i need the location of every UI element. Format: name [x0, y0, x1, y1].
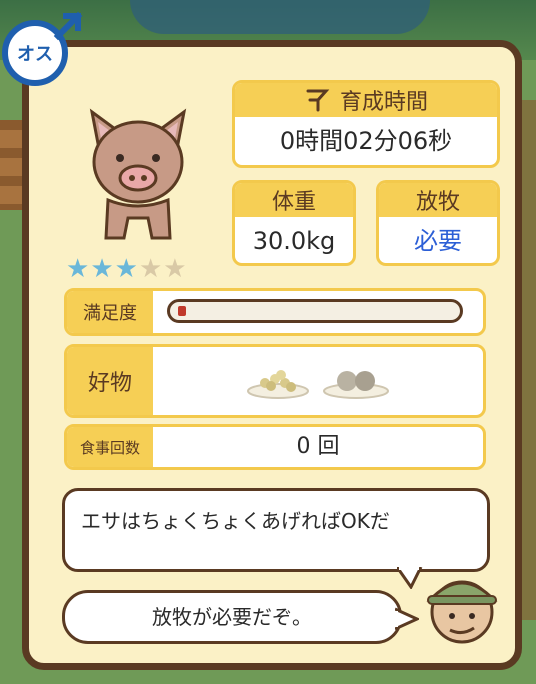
- bubble-tail: [395, 607, 419, 631]
- favorite-food-label: 好物: [67, 347, 153, 415]
- weight-value: 30.0kg: [252, 227, 336, 255]
- satisfaction-bar-fill: [178, 306, 187, 316]
- satisfaction-row: 満足度: [64, 288, 486, 336]
- growth-time-label: 育成時間: [339, 90, 428, 115]
- meal-count-label: 食事回数: [67, 427, 153, 467]
- weight-label: 体重: [235, 183, 353, 217]
- gender-badge: オス: [2, 11, 84, 94]
- male-symbol-icon: [53, 11, 83, 41]
- dialog-bubble-1: エサはちょくちょくあげればOKだ: [62, 488, 490, 589]
- background-pond: [130, 0, 430, 34]
- dialog-line-1: エサはちょくちょくあげればOKだ: [81, 509, 390, 533]
- dialog-line-2: 放牧が必要だぞ。: [152, 605, 312, 629]
- star-empty-icon: ★: [138, 254, 164, 284]
- growth-time-value: 0時間02分06秒: [279, 127, 453, 155]
- star-filled-icon: ★: [66, 254, 91, 284]
- farmer-icon: [426, 580, 498, 644]
- meatball-plate-icon: [323, 371, 389, 399]
- pig-icon: [89, 108, 187, 240]
- star-filled-icon: ★: [114, 254, 139, 284]
- bubble-tail: [397, 567, 423, 589]
- grazing-label: 放牧: [379, 183, 497, 217]
- dialog-bubble-2: 放牧が必要だぞ。: [62, 590, 419, 644]
- satisfaction-label: 満足度: [67, 291, 153, 333]
- star-filled-icon: ★: [90, 254, 115, 284]
- meal-count-value: 0 回: [296, 434, 340, 459]
- star-empty-icon: ★: [163, 254, 188, 284]
- hourglass-icon: [306, 89, 330, 112]
- rating-stars: ★★★★★: [66, 254, 188, 284]
- meal-count-row: 食事回数 0 回: [64, 424, 486, 470]
- grazing-box: 放牧 必要: [376, 180, 500, 266]
- satisfaction-bar: [167, 299, 463, 323]
- grazing-value: 必要: [414, 227, 462, 255]
- favorite-food-row: 好物: [64, 344, 486, 418]
- grain-bowl-icon: [247, 370, 309, 399]
- growth-time-box: 育成時間 0時間02分06秒: [232, 80, 500, 168]
- weight-box: 体重 30.0kg: [232, 180, 356, 266]
